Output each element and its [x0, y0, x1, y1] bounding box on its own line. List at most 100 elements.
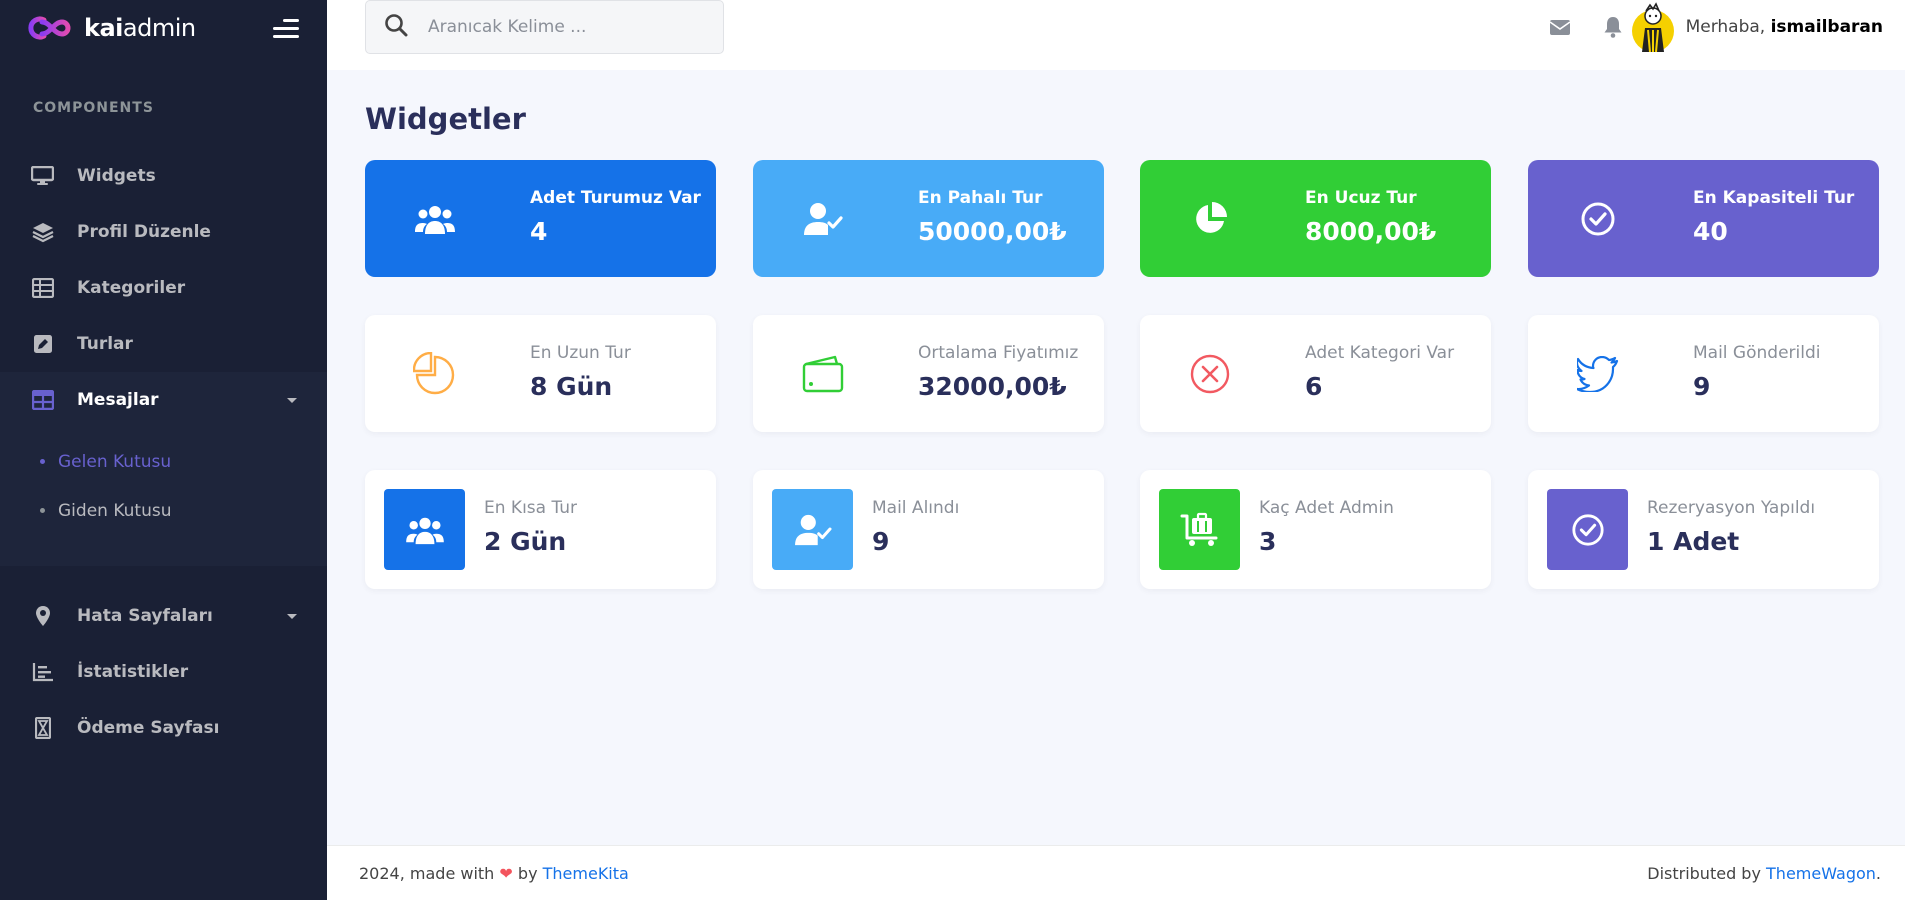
stat-label: Mail Gönderildi	[1693, 343, 1821, 363]
stat-card-en-uzun: En Uzun Tur 8 Gün	[365, 315, 716, 432]
search-box[interactable]	[365, 0, 724, 54]
stat-text: Rezeryasyon Yapıldı 1 Adet	[1647, 498, 1815, 556]
themekita-link[interactable]: ThemeKita	[543, 864, 629, 883]
stat-text: Kaç Adet Admin 3	[1259, 498, 1394, 556]
footer-text: 2024, made with	[359, 863, 495, 883]
sidebar-item-kategoriler[interactable]: Kategoriler	[0, 260, 327, 316]
sidebar-item-label: İstatistikler	[77, 662, 189, 682]
top-header: Merhaba, ismailbaran	[327, 0, 1905, 70]
stat-card-en-kisa: En Kısa Tur 2 Gün	[365, 470, 716, 589]
submenu-item-label: Giden Kutusu	[58, 500, 172, 521]
stat-label: En Ucuz Tur	[1305, 188, 1417, 208]
footer-right: Distributed by ThemeWagon.	[1647, 864, 1881, 883]
stat-text: En Kısa Tur 2 Gün	[484, 498, 577, 556]
luggage-cart-icon	[1180, 512, 1217, 546]
caret-down-icon	[287, 397, 297, 403]
submenu-mesajlar: Gelen Kutusu Giden Kutusu	[0, 428, 327, 566]
stat-text: En Uzun Tur 8 Gün	[530, 343, 631, 401]
stat-value: 6	[1305, 372, 1323, 401]
stat-card-adet-tur: Adet Turumuz Var 4	[365, 160, 716, 277]
table-icon	[30, 276, 55, 301]
stat-card-admin: Kaç Adet Admin 3	[1140, 470, 1491, 589]
stat-label: Rezeryasyon Yapıldı	[1647, 498, 1816, 518]
desktop-icon	[30, 164, 55, 189]
stat-value: 8 Gün	[530, 372, 613, 401]
envelope-icon[interactable]	[1549, 15, 1573, 39]
stat-text: En Ucuz Tur 8000,00₺	[1305, 188, 1436, 246]
bar-chart-icon	[30, 660, 55, 685]
stat-label: Adet Turumuz Var	[530, 188, 701, 208]
sidebar-item-label: Kategoriler	[77, 278, 186, 298]
stat-card-en-pahali: En Pahalı Tur 50000,00₺	[753, 160, 1104, 277]
stat-text: En Pahalı Tur 50000,00₺	[918, 188, 1067, 246]
user-menu[interactable]: Merhaba, ismailbaran	[1630, 2, 1883, 53]
stat-label: Mail Alındı	[872, 498, 960, 518]
username: ismailbaran	[1770, 17, 1883, 37]
twitter-icon	[1548, 315, 1648, 432]
footer-text: .	[1875, 863, 1881, 883]
sidebar-item-label: Mesajlar	[77, 390, 159, 410]
footer-text: Distributed by	[1647, 863, 1761, 883]
stat-text: Mail Alındı 9	[872, 498, 959, 556]
icon-box	[1159, 489, 1240, 570]
users-icon	[385, 160, 485, 277]
sidebar-item-hata-sayfalari[interactable]: Hata Sayfaları	[0, 588, 327, 644]
stat-label: En Pahalı Tur	[918, 188, 1043, 208]
user-check-icon	[773, 160, 873, 277]
stat-value: 50000,00₺	[918, 217, 1067, 246]
icon-box	[772, 489, 853, 570]
stat-value: 40	[1693, 217, 1728, 246]
stat-label: En Kapasiteli Tur	[1693, 188, 1855, 208]
sidebar-item-label: Hata Sayfaları	[77, 606, 213, 626]
heart-icon: ❤	[499, 863, 513, 883]
menu-toggle-icon[interactable]	[271, 17, 299, 39]
footer: 2024, made with ❤ by ThemeKita Distribut…	[327, 845, 1905, 900]
caret-down-icon	[287, 613, 297, 619]
stat-text: En Kapasiteli Tur 40	[1693, 188, 1854, 246]
logo-bar: kaiadmin	[0, 0, 327, 55]
check-circle-icon	[1548, 160, 1648, 277]
sidebar: kaiadmin COMPONENTS Widgets Profil Düzen…	[0, 0, 327, 900]
footer-left: 2024, made with ❤ by ThemeKita	[359, 864, 629, 883]
search-input[interactable]	[428, 17, 708, 37]
sidebar-item-label: Profil Düzenle	[77, 222, 211, 242]
users-icon	[405, 517, 444, 544]
bullet-icon	[40, 459, 45, 464]
stat-value: 1 Adet	[1647, 527, 1740, 556]
sidebar-item-istatistikler[interactable]: İstatistikler	[0, 644, 327, 700]
stat-label: En Kısa Tur	[484, 498, 578, 518]
stat-value: 4	[530, 217, 548, 246]
brand-mark-icon	[28, 16, 71, 39]
pie-chart-icon	[1160, 160, 1260, 277]
sidebar-item-odeme-sayfasi[interactable]: Ödeme Sayfası	[0, 700, 327, 756]
themewagon-link[interactable]: ThemeWagon	[1766, 864, 1876, 883]
submenu-item-gelen-kutusu[interactable]: Gelen Kutusu	[0, 428, 327, 483]
stat-value: 2 Gün	[484, 527, 567, 556]
submenu-item-giden-kutusu[interactable]: Giden Kutusu	[0, 483, 327, 538]
stat-label: En Uzun Tur	[530, 343, 631, 363]
hourglass-icon	[30, 716, 55, 741]
brand-name: kaiadmin	[84, 13, 196, 42]
footer-text: by	[517, 863, 538, 883]
stat-card-mail-alindi: Mail Alındı 9	[753, 470, 1104, 589]
stat-text: Adet Turumuz Var 4	[530, 188, 701, 246]
sidebar-item-label: Ödeme Sayfası	[77, 718, 220, 738]
brand-logo[interactable]: kaiadmin	[26, 14, 196, 42]
sidebar-item-mesajlar[interactable]: Mesajlar	[0, 372, 327, 428]
stat-card-adet-kategori: Adet Kategori Var 6	[1140, 315, 1491, 432]
check-circle-icon	[1571, 513, 1604, 546]
bullet-icon	[40, 508, 45, 513]
stat-label: Kaç Adet Admin	[1259, 498, 1394, 518]
user-check-icon	[794, 514, 832, 545]
stat-value: 8000,00₺	[1305, 217, 1437, 246]
sidebar-item-widgets[interactable]: Widgets	[0, 148, 327, 204]
bell-icon[interactable]	[1603, 15, 1627, 39]
stat-value: 9	[1693, 372, 1711, 401]
sidebar-item-profil-duzenle[interactable]: Profil Düzenle	[0, 204, 327, 260]
stat-card-mail-gonderildi: Mail Gönderildi 9	[1528, 315, 1879, 432]
close-circle-icon	[1160, 315, 1260, 432]
search-icon[interactable]	[384, 13, 408, 41]
sidebar-item-turlar[interactable]: Turlar	[0, 316, 327, 372]
stat-label: Ortalama Fiyatımız	[918, 343, 1079, 363]
avatar	[1630, 2, 1676, 53]
